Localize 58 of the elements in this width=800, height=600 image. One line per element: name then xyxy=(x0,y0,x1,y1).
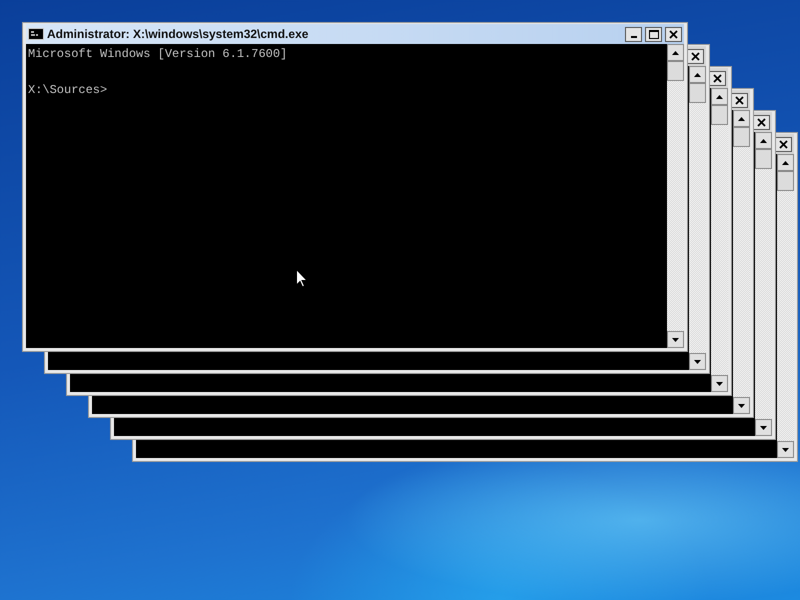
maximize-icon xyxy=(648,30,658,38)
scroll-down-button[interactable] xyxy=(667,331,684,348)
scroll-thumb[interactable] xyxy=(689,83,706,103)
scrollbar[interactable] xyxy=(777,154,794,458)
console-area[interactable]: Microsoft Windows [Version 6.1.7600] X:\Sources> xyxy=(26,44,667,348)
close-icon xyxy=(735,96,744,104)
down-arrow-icon xyxy=(782,448,789,452)
up-arrow-icon xyxy=(782,160,789,164)
close-button[interactable] xyxy=(775,136,792,152)
close-icon xyxy=(757,118,766,126)
scroll-thumb[interactable] xyxy=(667,61,684,81)
scroll-down-button[interactable] xyxy=(711,375,728,392)
close-button[interactable] xyxy=(687,48,704,64)
close-icon xyxy=(713,74,722,82)
close-icon xyxy=(779,140,788,148)
scrollbar[interactable] xyxy=(733,110,750,414)
scroll-up-button[interactable] xyxy=(755,132,772,149)
console-line: Microsoft Windows [Version 6.1.7600] xyxy=(28,46,288,63)
scroll-thumb[interactable] xyxy=(755,149,772,169)
scrollbar[interactable] xyxy=(711,88,728,392)
scrollbar[interactable] xyxy=(755,132,772,436)
scroll-up-button[interactable] xyxy=(689,66,706,83)
console-icon xyxy=(28,28,44,40)
down-arrow-icon xyxy=(716,382,723,386)
console-line: X:\Sources> xyxy=(28,82,108,99)
mouse-pointer-icon xyxy=(296,269,308,288)
up-arrow-icon xyxy=(716,94,723,98)
scroll-up-button[interactable] xyxy=(733,110,750,127)
scroll-up-button[interactable] xyxy=(777,154,794,171)
scroll-thumb[interactable] xyxy=(711,105,728,125)
scroll-down-button[interactable] xyxy=(755,419,772,436)
down-arrow-icon xyxy=(672,338,679,342)
scrollbar[interactable] xyxy=(667,44,684,348)
down-arrow-icon xyxy=(694,360,701,364)
scroll-up-button[interactable] xyxy=(667,44,684,61)
up-arrow-icon xyxy=(694,72,701,76)
scroll-down-button[interactable] xyxy=(689,353,706,370)
up-arrow-icon xyxy=(760,138,767,142)
close-button[interactable] xyxy=(753,114,770,130)
scroll-thumb[interactable] xyxy=(777,171,794,191)
scroll-down-button[interactable] xyxy=(733,397,750,414)
scrollbar[interactable] xyxy=(689,66,706,370)
close-button[interactable] xyxy=(709,70,726,86)
scroll-down-button[interactable] xyxy=(777,441,794,458)
maximize-button[interactable] xyxy=(645,26,662,42)
up-arrow-icon xyxy=(738,116,745,120)
close-button[interactable] xyxy=(665,26,682,42)
close-icon xyxy=(669,30,678,38)
scroll-thumb[interactable] xyxy=(733,127,750,147)
down-arrow-icon xyxy=(760,426,767,430)
up-arrow-icon xyxy=(672,50,679,54)
down-arrow-icon xyxy=(738,404,745,408)
minimize-button[interactable] xyxy=(625,26,642,42)
close-icon xyxy=(691,52,700,60)
close-button[interactable] xyxy=(731,92,748,108)
scroll-up-button[interactable] xyxy=(711,88,728,105)
window-title: Administrator: X:\windows\system32\cmd.exe xyxy=(47,27,310,41)
title-bar[interactable]: Administrator: X:\windows\system32\cmd.exe xyxy=(26,24,684,44)
